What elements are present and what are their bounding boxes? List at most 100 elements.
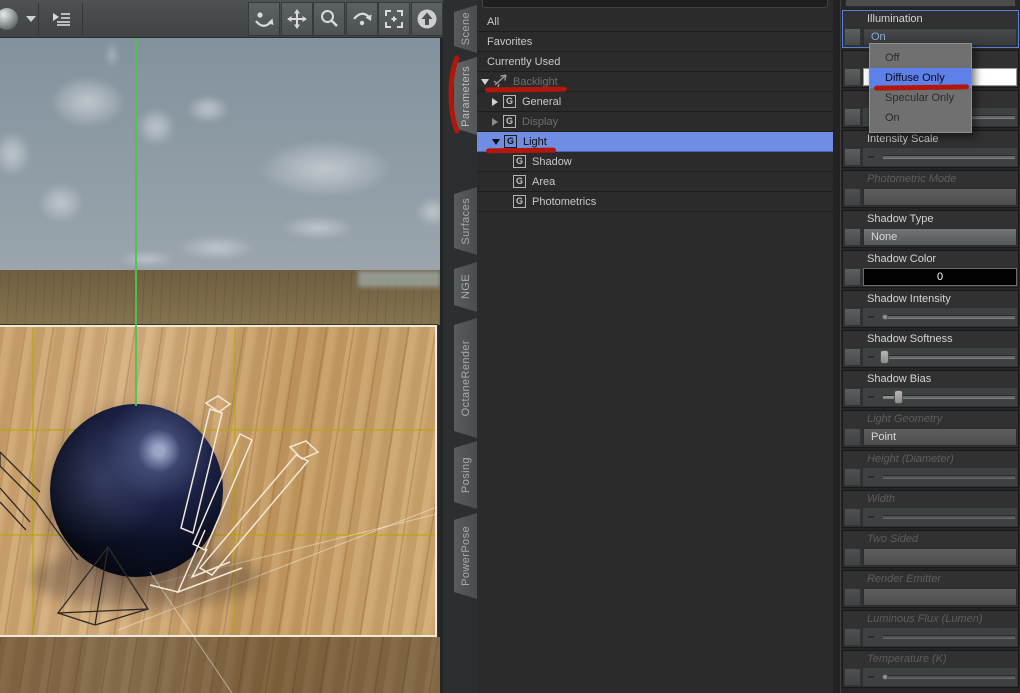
annotation-arc-parameters-tab [447,55,461,135]
orbit-camera-button[interactable] [248,2,280,36]
parameters-tree-panel: All Favorites Currently Used Backlight G… [477,0,833,693]
prop-intensity-scale: Intensity Scale – [842,130,1019,168]
tree-row-currently-used[interactable]: Currently Used [477,52,833,72]
slider-handle[interactable] [880,350,889,364]
clipped-control-partial [845,0,1016,7]
scene-sphere-tool-button[interactable] [0,2,37,36]
nudge-minus-icon: – [868,510,875,522]
param-gutter [844,668,861,686]
prop-two-sided: Two Sided [842,530,1019,568]
slider-handle[interactable] [882,314,888,320]
panel-splitter[interactable] [833,0,841,693]
param-gutter [844,68,861,86]
param-gutter [844,348,861,366]
app-window: Scene Parameters Surfaces NGE OctaneRend… [0,0,1020,693]
slider-track [883,675,1015,679]
prop-width: Width – [842,490,1019,528]
prop-shadow-softness: Shadow Softness – [842,330,1019,368]
shadow-type-select[interactable]: None [863,228,1017,246]
slider-handle[interactable] [894,390,903,404]
menu-item-on[interactable]: On [870,108,971,128]
rotate-camera-icon [351,8,373,30]
pan-camera-button[interactable] [281,2,313,36]
shadow-color-swatch[interactable]: 0 [863,268,1017,286]
group-icon: G [503,115,516,128]
pan-camera-icon [286,8,308,30]
nudge-minus-icon[interactable]: – [868,150,875,162]
expand-collapse-icon[interactable] [492,139,500,145]
prop-light-geometry: Light Geometry Point [842,410,1019,448]
param-gutter [844,468,861,486]
tab-scene[interactable]: Scene [454,5,477,53]
slider-handle [882,674,888,680]
caret-down-icon [26,16,36,22]
nudge-minus-icon: – [868,670,875,682]
light-wireframe-arrows [150,396,318,592]
param-gutter [844,228,861,246]
tree-row-area[interactable]: G Area [477,172,833,192]
viewport-3d[interactable] [0,0,443,693]
tab-posing[interactable]: Posing [454,441,477,509]
tree-row-favorites[interactable]: Favorites [477,32,833,52]
expand-collapse-icon[interactable] [492,98,498,106]
render-emitter-toggle [863,588,1017,606]
prop-shadow-intensity: Shadow Intensity – [842,290,1019,328]
wireframe-overlay [0,0,443,693]
prop-height-diameter: Height (Diameter) – [842,450,1019,488]
orbit-camera-icon [253,8,275,30]
slider-track [883,475,1015,479]
aim-camera-up-icon [416,8,438,30]
slider-track [883,635,1015,639]
slider-track[interactable] [883,355,1015,359]
nudge-minus-icon: – [868,630,875,642]
nudge-minus-icon[interactable]: – [868,350,875,362]
outline-list-icon [50,8,72,30]
param-gutter [844,588,861,606]
param-gutter [844,428,861,446]
expand-collapse-icon[interactable] [492,118,498,126]
tree-row-all[interactable]: All [477,12,833,32]
nudge-minus-icon[interactable]: – [868,310,875,322]
prop-temperature: Temperature (K) – [842,650,1019,688]
expand-collapse-icon[interactable] [481,79,489,85]
slider-track[interactable] [883,315,1015,319]
nudge-minus-icon[interactable]: – [868,390,875,402]
menu-item-off[interactable]: Off [870,48,971,68]
annotation-underline-light [486,148,556,154]
nudge-minus-icon: – [868,470,875,482]
prop-shadow-type: Shadow Type None [842,210,1019,248]
param-gutter [844,28,861,46]
param-gutter [844,188,861,206]
group-icon: G [513,175,526,188]
frame-selection-button[interactable] [378,2,410,36]
scene-sphere-icon [0,6,20,32]
tab-octanerender[interactable]: OctaneRender [454,318,477,438]
tree-row-shadow[interactable]: G Shadow [477,152,833,172]
tree-row-display[interactable]: G Display [477,112,833,132]
photometric-mode-select [863,188,1017,206]
zoom-camera-button[interactable] [313,2,345,36]
frame-selection-icon [383,8,405,30]
prop-photometric-mode: Photometric Mode [842,170,1019,208]
rotate-camera-button[interactable] [346,2,378,36]
aim-camera-button[interactable] [411,2,443,36]
param-gutter [844,108,861,126]
tree-row-general[interactable]: G General [477,92,833,112]
two-sided-toggle [863,548,1017,566]
prop-render-emitter: Render Emitter [842,570,1019,608]
menu-item-specular-only[interactable]: Specular Only [870,88,971,108]
tab-surfaces[interactable]: Surfaces [454,187,477,255]
tab-nge[interactable]: NGE [454,262,477,312]
viewport-toolbar [0,0,443,38]
filter-input-partial[interactable] [482,0,828,8]
tab-powerpose[interactable]: PowerPose [454,513,477,599]
param-gutter [844,148,861,166]
annotation-underline-backlight [485,87,567,93]
param-gutter [844,548,861,566]
slider-track[interactable] [883,155,1015,159]
zoom-camera-icon [318,8,340,30]
group-icon: G [503,95,516,108]
outline-list-button[interactable] [40,2,82,36]
group-icon: G [513,155,526,168]
tree-row-photometrics[interactable]: G Photometrics [477,192,833,212]
